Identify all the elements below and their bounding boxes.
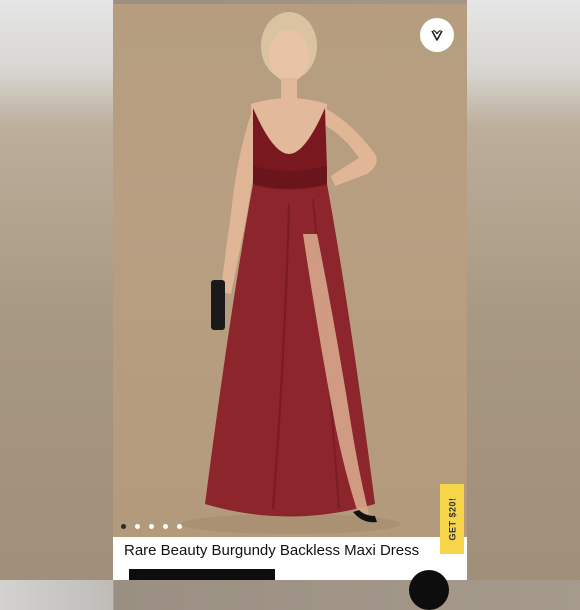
listing-card: GET $20! Rare Beauty Burgundy Backless M… <box>113 4 467 580</box>
blurred-background-left <box>0 0 113 580</box>
carousel-indicator[interactable] <box>121 524 182 529</box>
model-illustration <box>181 12 401 534</box>
promo-tab[interactable]: GET $20! <box>440 484 464 554</box>
action-button[interactable] <box>129 569 275 580</box>
heart-icon <box>431 30 443 41</box>
carousel-dot[interactable] <box>177 524 182 529</box>
blurred-background-right <box>467 0 580 580</box>
listing-title[interactable]: Rare Beauty Burgundy Backless Maxi Dress <box>124 542 419 559</box>
like-button[interactable] <box>420 18 454 52</box>
carousel-dot[interactable] <box>135 524 140 529</box>
carousel-dot[interactable] <box>149 524 154 529</box>
carousel-dot[interactable] <box>163 524 168 529</box>
round-action-button[interactable] <box>409 570 449 610</box>
product-photo[interactable] <box>113 4 467 537</box>
carousel-dot[interactable] <box>121 524 126 529</box>
promo-label: GET $20! <box>447 497 458 541</box>
